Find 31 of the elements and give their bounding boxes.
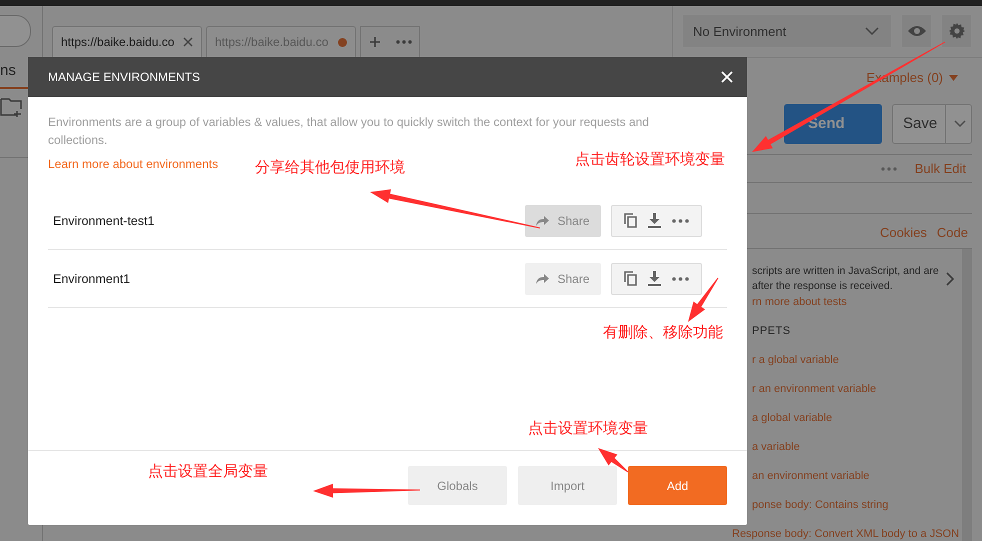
annotation-text: 点击设置环境变量 <box>528 419 648 438</box>
tests-info-text: scripts are written in JavaScript, and are after the response is received. <box>752 264 940 294</box>
environment-name[interactable]: Environment1 <box>53 272 525 286</box>
environment-name[interactable]: Environment-test1 <box>53 214 525 228</box>
request-tab[interactable]: https://baike.baidu.co <box>52 26 202 57</box>
snippet-link[interactable]: a global variable <box>752 412 832 425</box>
environment-select[interactable]: No Environment <box>683 15 891 47</box>
annotation-text: 点击齿轮设置环境变量 <box>575 150 725 169</box>
modal-title: MANAGE ENVIRONMENTS <box>48 70 200 84</box>
share-button[interactable]: Share <box>525 262 601 294</box>
snippets-heading: PPETS <box>752 324 791 338</box>
annotation-text: 有删除、移除功能 <box>603 323 723 342</box>
annotation-text: 点击设置全局变量 <box>148 462 268 481</box>
snippet-link[interactable]: r a global variable <box>752 354 839 367</box>
bulk-edit-link[interactable]: Bulk Edit <box>914 161 966 176</box>
response-link[interactable]: Cookies <box>880 224 927 240</box>
learn-more-link[interactable]: Learn more about environments <box>48 157 218 171</box>
snippet-link[interactable]: Response body: Convert XML body to a JSON <box>732 528 960 541</box>
share-button[interactable]: Share <box>525 204 601 236</box>
response-link[interactable]: Code <box>936 224 968 240</box>
snippet-link[interactable]: a variable <box>752 440 800 454</box>
snippet-link[interactable]: r an environment variable <box>752 382 876 396</box>
snippet-link[interactable]: an environment variable <box>752 470 870 483</box>
annotation-text: 分享给其他包使用环境 <box>255 158 405 177</box>
tests-link[interactable]: rn more about tests <box>752 296 847 309</box>
footer-button[interactable]: Import <box>518 466 617 505</box>
footer-button[interactable]: Globals <box>408 466 507 505</box>
snippet-link[interactable]: ponse body: Contains string <box>752 498 888 512</box>
add-button[interactable]: Add <box>628 466 727 505</box>
description-text: Environments are a group of variables & values, that allow you to quickly switch the context for your requests and collections. <box>48 114 650 149</box>
save-button[interactable]: Save <box>892 104 972 144</box>
